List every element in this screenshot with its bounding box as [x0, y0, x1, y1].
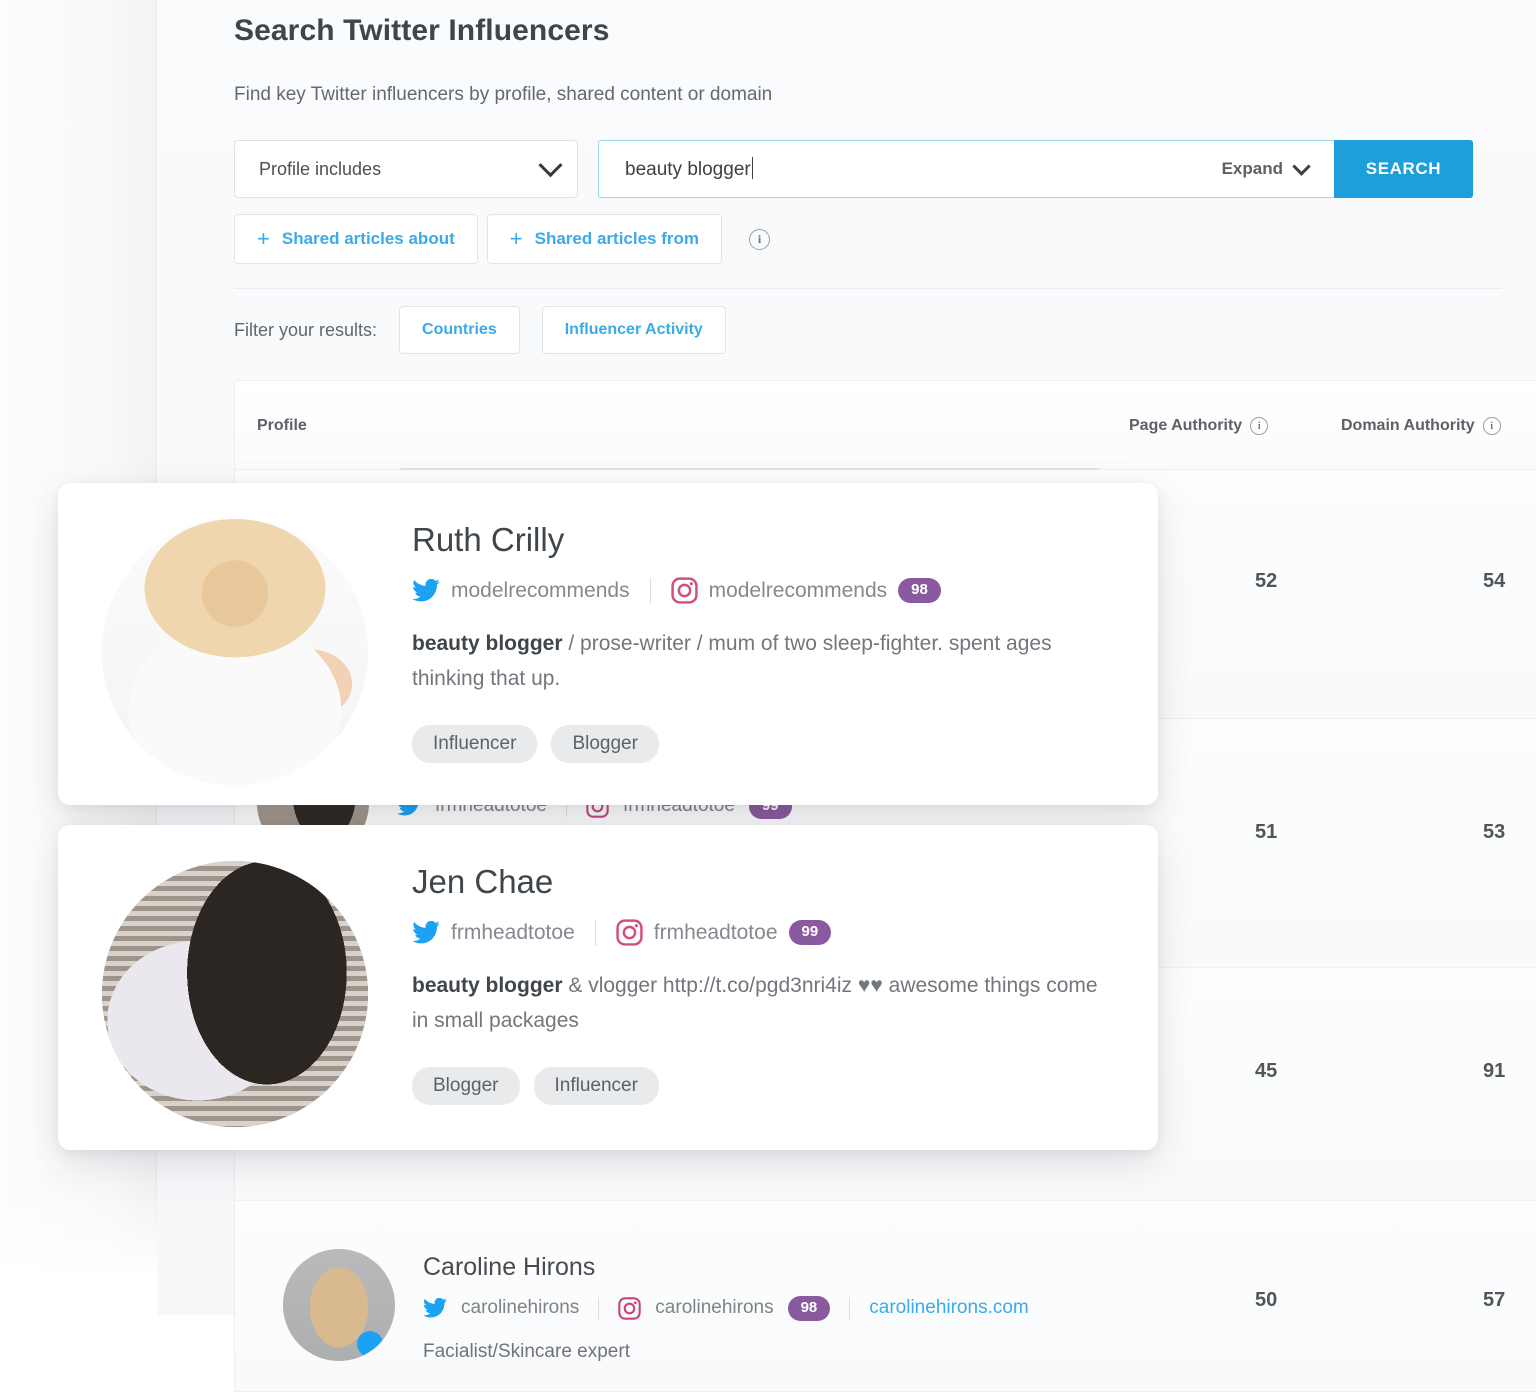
- domain-authority-value: 57: [1483, 1289, 1505, 1312]
- column-header-domain-authority[interactable]: Domain Authority i: [1341, 417, 1501, 435]
- tag[interactable]: Blogger: [551, 725, 659, 763]
- section-divider: [234, 288, 1502, 289]
- column-header-page-authority[interactable]: Page Authority i: [1129, 417, 1268, 435]
- divider: [650, 578, 651, 604]
- twitter-handle[interactable]: modelrecommends: [451, 579, 630, 603]
- column-header-domain-authority-label: Domain Authority: [1341, 417, 1475, 435]
- search-input-value: beauty blogger: [625, 159, 751, 180]
- search-type-value: Profile includes: [259, 159, 381, 180]
- page-authority-value: 51: [1255, 821, 1277, 844]
- expand-button[interactable]: Expand: [1196, 159, 1334, 179]
- chevron-down-icon: [1292, 157, 1310, 175]
- info-icon[interactable]: i: [1483, 417, 1501, 435]
- bottom-fade: [0, 1195, 158, 1315]
- profile-tags: Influencer Blogger: [412, 725, 1118, 763]
- instagram-handle[interactable]: carolinehirons: [655, 1297, 773, 1319]
- avatar: [102, 861, 368, 1127]
- instagram-handle[interactable]: modelrecommends: [709, 579, 888, 603]
- avatar: [102, 519, 368, 785]
- domain-authority-value: 54: [1483, 570, 1505, 593]
- column-header-page-authority-label: Page Authority: [1129, 417, 1242, 435]
- instagram-score-badge: 99: [789, 920, 832, 945]
- avatar-image: [102, 861, 368, 1127]
- search-row: Profile includes beauty blogger Expand S…: [234, 140, 1473, 198]
- tag[interactable]: Blogger: [412, 1067, 520, 1105]
- instagram-score-badge: 98: [898, 578, 941, 603]
- twitter-icon: [423, 1298, 447, 1318]
- profile-popup-card-jen-chae[interactable]: Jen Chae frmheadtotoe frmheadtotoe 99 be…: [58, 825, 1158, 1150]
- profile-bio: beauty blogger & vlogger http://t.co/pgd…: [412, 968, 1118, 1039]
- info-icon[interactable]: i: [749, 229, 770, 250]
- page-authority-value: 50: [1255, 1289, 1277, 1312]
- filter-label: Filter your results:: [234, 320, 377, 341]
- filter-influencer-activity-button[interactable]: Influencer Activity: [542, 306, 726, 354]
- filter-countries-button[interactable]: Countries: [399, 306, 520, 354]
- divider: [595, 920, 596, 946]
- profile-name[interactable]: Ruth Crilly: [412, 521, 1118, 559]
- profile-handles: carolinehirons carolinehirons 98 carolin…: [423, 1296, 1029, 1321]
- profile-bio-rest: Facialist/Skincare expert: [423, 1341, 630, 1362]
- shared-articles-from-label: Shared articles from: [535, 229, 699, 249]
- text-caret: [752, 157, 753, 179]
- instagram-icon: [618, 1297, 641, 1320]
- profile-name[interactable]: Jen Chae: [412, 863, 1118, 901]
- profile-bio: Facialist/Skincare expert: [423, 1337, 1029, 1366]
- shared-articles-about-button[interactable]: + Shared articles about: [234, 214, 478, 264]
- twitter-handle[interactable]: frmheadtotoe: [451, 921, 575, 945]
- instagram-handle[interactable]: frmheadtotoe: [654, 921, 778, 945]
- page-subtitle: Find key Twitter influencers by profile,…: [234, 84, 772, 106]
- twitter-icon: [412, 579, 440, 602]
- avatar: [283, 1249, 395, 1361]
- page-authority-value: 52: [1255, 570, 1277, 593]
- domain-authority-value: 53: [1483, 821, 1505, 844]
- page-title: Search Twitter Influencers: [234, 14, 610, 48]
- profile-bio-bold: beauty blogger: [412, 974, 563, 997]
- shared-articles-about-label: Shared articles about: [282, 229, 455, 249]
- shared-articles-from-button[interactable]: + Shared articles from: [487, 214, 722, 264]
- profile-bio-bold: beauty blogger: [412, 632, 563, 655]
- tag[interactable]: Influencer: [534, 1067, 659, 1105]
- instagram-score-badge: 98: [788, 1296, 831, 1321]
- search-button[interactable]: SEARCH: [1334, 140, 1473, 198]
- twitter-icon: [412, 921, 440, 944]
- plus-icon: +: [510, 228, 523, 250]
- page-authority-value: 45: [1255, 1060, 1277, 1083]
- profile-popup-card-ruth-crilly[interactable]: Ruth Crilly modelrecommends modelrecomme…: [58, 483, 1158, 805]
- domain-authority-value: 91: [1483, 1060, 1505, 1083]
- table-header: Profile Page Authority i Domain Authorit…: [235, 381, 1536, 470]
- profile-handles: modelrecommends modelrecommends 98: [412, 577, 1118, 604]
- expand-label: Expand: [1222, 159, 1283, 179]
- profile-cell: Caroline Hirons carolinehirons carolineh…: [283, 1249, 1029, 1366]
- search-type-select[interactable]: Profile includes: [234, 140, 578, 198]
- profile-handles: frmheadtotoe frmheadtotoe 99: [412, 919, 1118, 946]
- info-icon[interactable]: i: [1250, 417, 1268, 435]
- tag[interactable]: Influencer: [412, 725, 537, 763]
- filter-row: Filter your results: Countries Influence…: [234, 306, 726, 354]
- search-input[interactable]: beauty blogger: [625, 157, 1196, 181]
- divider: [598, 1297, 599, 1319]
- profile-tags: Blogger Influencer: [412, 1067, 1118, 1105]
- plus-icon: +: [257, 228, 270, 250]
- twitter-handle[interactable]: carolinehirons: [461, 1297, 579, 1319]
- divider: [849, 1297, 850, 1319]
- profile-bio: beauty blogger / prose-writer / mum of t…: [412, 626, 1118, 697]
- shared-articles-row: + Shared articles about + Shared article…: [234, 214, 770, 264]
- table-row[interactable]: Caroline Hirons carolinehirons carolineh…: [235, 1201, 1536, 1391]
- profile-name[interactable]: Caroline Hirons: [423, 1253, 1029, 1282]
- chevron-down-icon: [538, 153, 562, 177]
- search-input-wrapper[interactable]: beauty blogger Expand: [598, 140, 1334, 198]
- column-header-profile[interactable]: Profile: [257, 417, 307, 435]
- column-header-profile-label: Profile: [257, 417, 307, 435]
- avatar-image: [283, 1249, 395, 1361]
- domain-link[interactable]: carolinehirons.com: [869, 1297, 1028, 1319]
- instagram-icon: [671, 577, 698, 604]
- instagram-icon: [616, 919, 643, 946]
- avatar-image: [102, 519, 368, 785]
